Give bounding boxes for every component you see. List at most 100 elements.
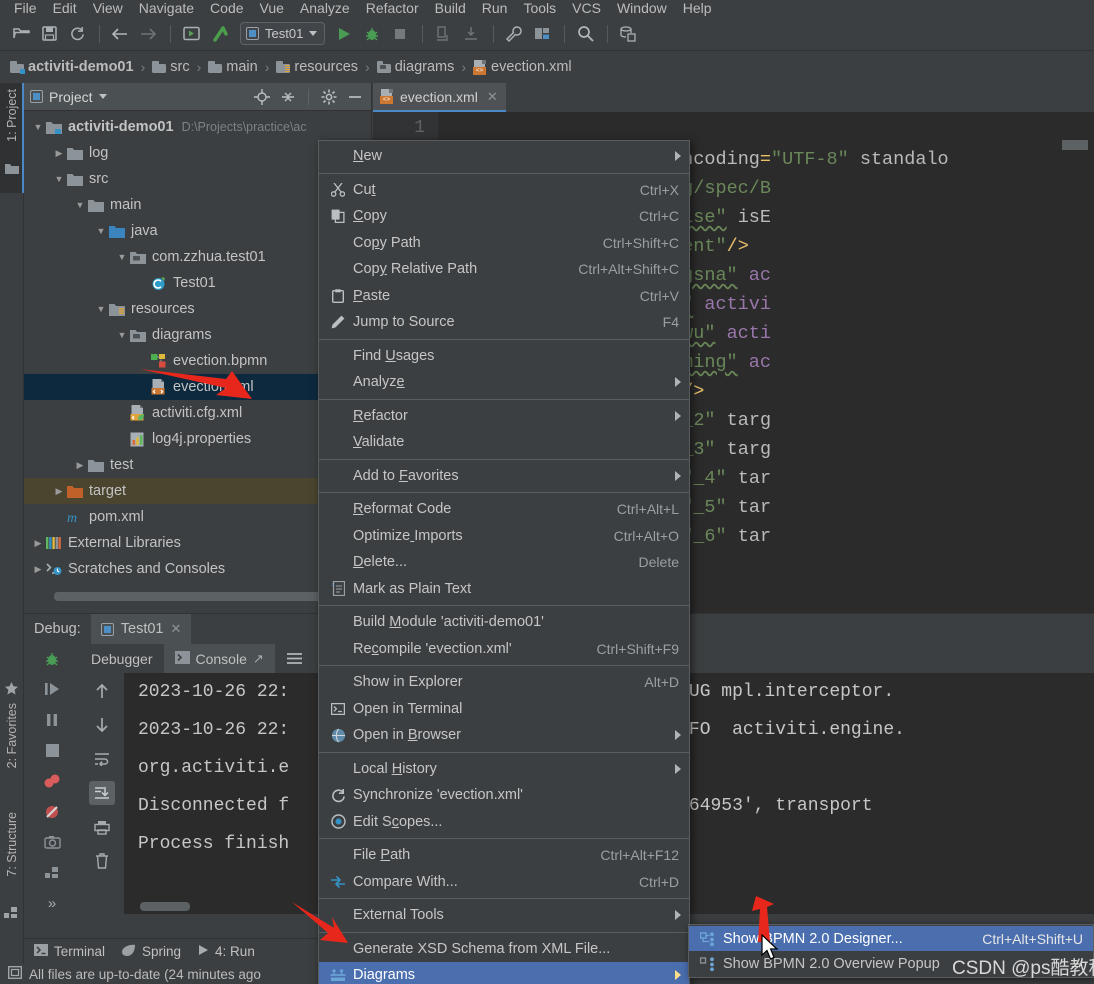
print-icon[interactable] bbox=[89, 815, 115, 839]
menu-bar[interactable]: File Edit View Navigate Code Vue Analyze… bbox=[0, 0, 1094, 17]
resume-icon[interactable] bbox=[39, 679, 65, 701]
breadcrumb-item-diagrams[interactable]: diagrams bbox=[375, 59, 457, 75]
sidebar-tab-structure[interactable]: 7: Structure bbox=[0, 808, 24, 933]
menu-item-diagrams[interactable]: Diagrams bbox=[319, 962, 689, 984]
down-arrow-icon[interactable] bbox=[89, 713, 115, 737]
menu-window[interactable]: Window bbox=[609, 0, 675, 17]
menu-item-edit-scopes[interactable]: Edit Scopes... bbox=[319, 809, 689, 836]
menu-item-paste[interactable]: Paste Ctrl+V bbox=[319, 283, 689, 310]
tab-console[interactable]: Console ↗ bbox=[163, 644, 275, 673]
menu-run[interactable]: Run bbox=[474, 0, 516, 17]
up-arrow-icon[interactable] bbox=[89, 679, 115, 703]
menu-item-open-in-terminal[interactable]: Open in Terminal bbox=[319, 696, 689, 723]
pause-icon[interactable] bbox=[39, 709, 65, 731]
menu-help[interactable]: Help bbox=[675, 0, 720, 17]
menu-item-new[interactable]: New bbox=[319, 143, 689, 170]
menu-item-find-usages[interactable]: Find Usages bbox=[319, 343, 689, 370]
twisty-collapsed-icon[interactable]: ▶ bbox=[30, 564, 46, 575]
menu-item-compare-with[interactable]: Compare With... Ctrl+D bbox=[319, 869, 689, 896]
menu-item-file-path[interactable]: File Path Ctrl+Alt+F12 bbox=[319, 842, 689, 869]
database-icon[interactable] bbox=[615, 21, 641, 47]
menu-item-synchronize-evection-xml[interactable]: Synchronize 'evection.xml' bbox=[319, 782, 689, 809]
twisty-expanded-icon[interactable]: ▼ bbox=[51, 174, 67, 184]
menu-item-reformat-code[interactable]: Reformat Code Ctrl+Alt+L bbox=[319, 496, 689, 523]
locate-icon[interactable] bbox=[252, 87, 272, 107]
menu-file[interactable]: File bbox=[6, 0, 45, 17]
soft-wrap-icon[interactable] bbox=[89, 747, 115, 771]
run-anything-icon[interactable] bbox=[178, 21, 204, 47]
menu-item-add-to-favorites[interactable]: Add to Favorites bbox=[319, 463, 689, 490]
twisty-collapsed-icon[interactable]: ▶ bbox=[30, 538, 46, 549]
debug-icon[interactable] bbox=[39, 648, 65, 670]
tab-debugger[interactable]: Debugger bbox=[80, 644, 164, 673]
tree-node-activiti-demo01[interactable]: ▼ activiti-demo01 D:\Projects\practice\ac bbox=[24, 114, 371, 140]
open-folder-icon[interactable] bbox=[8, 21, 34, 47]
search-icon[interactable] bbox=[572, 21, 598, 47]
bottom-tab-terminal[interactable]: Terminal bbox=[34, 944, 105, 959]
twisty-collapsed-icon[interactable]: ▶ bbox=[72, 460, 88, 471]
menu-item-generate-xsd-schema-from-xml-file[interactable]: Generate XSD Schema from XML File... bbox=[319, 936, 689, 963]
back-arrow-icon[interactable] bbox=[107, 21, 133, 47]
twisty-expanded-icon[interactable]: ▼ bbox=[30, 122, 46, 132]
twisty-expanded-icon[interactable]: ▼ bbox=[114, 252, 130, 262]
sidebar-tab-project[interactable]: 1: Project bbox=[0, 83, 24, 193]
menu-refactor[interactable]: Refactor bbox=[358, 0, 427, 17]
twisty-collapsed-icon[interactable]: ▶ bbox=[51, 486, 67, 497]
breakpoints-icon[interactable] bbox=[39, 770, 65, 792]
menu-item-validate[interactable]: Validate bbox=[319, 429, 689, 456]
debug-icon[interactable] bbox=[359, 21, 385, 47]
editor-tab-evection-xml[interactable]: <> evection.xml ✕ bbox=[373, 83, 506, 112]
hide-icon[interactable] bbox=[345, 87, 365, 107]
twisty-expanded-icon[interactable]: ▼ bbox=[93, 304, 109, 314]
stop-icon[interactable] bbox=[39, 740, 65, 762]
menu-edit[interactable]: Edit bbox=[45, 0, 85, 17]
chevron-down-icon[interactable] bbox=[98, 94, 107, 99]
build-icon[interactable] bbox=[206, 21, 232, 47]
menu-build[interactable]: Build bbox=[427, 0, 474, 17]
save-icon[interactable] bbox=[36, 21, 62, 47]
menu-item-optimize-imports[interactable]: Optimize Imports Ctrl+Alt+O bbox=[319, 523, 689, 550]
editor-horizontal-scrollbar-thumb[interactable] bbox=[1062, 140, 1088, 150]
menu-item-build-module-activiti-demo01[interactable]: Build Module 'activiti-demo01' bbox=[319, 609, 689, 636]
collapse-all-icon[interactable] bbox=[278, 87, 298, 107]
menu-item-external-tools[interactable]: External Tools bbox=[319, 902, 689, 929]
menu-item-copy-path[interactable]: Copy Path Ctrl+Shift+C bbox=[319, 230, 689, 257]
menu-tools[interactable]: Tools bbox=[515, 0, 564, 17]
sidebar-tab-favorites[interactable]: 2: Favorites bbox=[0, 679, 24, 799]
trash-icon[interactable] bbox=[89, 849, 115, 873]
menu-item-mark-as-plain-text[interactable]: x Mark as Plain Text bbox=[319, 576, 689, 603]
more-icon[interactable]: » bbox=[39, 893, 65, 915]
run-configuration-selector[interactable]: Test01 bbox=[240, 22, 326, 45]
layout-settings-icon[interactable] bbox=[275, 644, 314, 673]
project-structure-icon[interactable] bbox=[529, 21, 555, 47]
chevron-down-icon[interactable] bbox=[309, 31, 318, 36]
close-icon[interactable]: ✕ bbox=[487, 89, 498, 105]
menu-vcs[interactable]: VCS bbox=[564, 0, 609, 17]
menu-vue[interactable]: Vue bbox=[252, 0, 292, 17]
menu-item-copy[interactable]: Copy Ctrl+C bbox=[319, 203, 689, 230]
menu-view[interactable]: View bbox=[85, 0, 131, 17]
pin-icon[interactable]: ↗ bbox=[253, 651, 264, 667]
menu-analyze[interactable]: Analyze bbox=[292, 0, 358, 17]
breadcrumb-item-module[interactable]: activiti-demo01 bbox=[8, 59, 136, 75]
project-tree-horizontal-scrollbar[interactable] bbox=[54, 592, 324, 601]
debug-session-tab[interactable]: Test01 ✕ bbox=[90, 614, 192, 644]
breadcrumb-item-src[interactable]: src bbox=[150, 59, 191, 75]
menu-navigate[interactable]: Navigate bbox=[131, 0, 202, 17]
bottom-tab-spring[interactable]: Spring bbox=[121, 944, 181, 960]
menu-item-open-in-browser[interactable]: Open in Browser bbox=[319, 722, 689, 749]
menu-item-delete[interactable]: Delete... Delete bbox=[319, 549, 689, 576]
close-icon[interactable]: ✕ bbox=[171, 621, 182, 637]
scroll-to-end-icon[interactable] bbox=[89, 781, 115, 805]
menu-item-copy-relative-path[interactable]: Copy Relative Path Ctrl+Alt+Shift+C bbox=[319, 256, 689, 283]
menu-item-local-history[interactable]: Local History bbox=[319, 756, 689, 783]
twisty-expanded-icon[interactable]: ▼ bbox=[72, 200, 88, 210]
console-horizontal-scrollbar[interactable] bbox=[140, 902, 190, 911]
sync-icon[interactable] bbox=[64, 21, 90, 47]
structure-icon[interactable] bbox=[39, 862, 65, 884]
settings-wrench-icon[interactable] bbox=[501, 21, 527, 47]
breadcrumb-item-file[interactable]: <> evection.xml bbox=[471, 59, 574, 75]
mute-breakpoints-icon[interactable] bbox=[39, 801, 65, 823]
menu-item-show-bpmn-2-0-designer[interactable]: Show BPMN 2.0 Designer... Ctrl+Alt+Shift+… bbox=[689, 926, 1093, 951]
menu-item-cut[interactable]: Cut Ctrl+X bbox=[319, 177, 689, 204]
